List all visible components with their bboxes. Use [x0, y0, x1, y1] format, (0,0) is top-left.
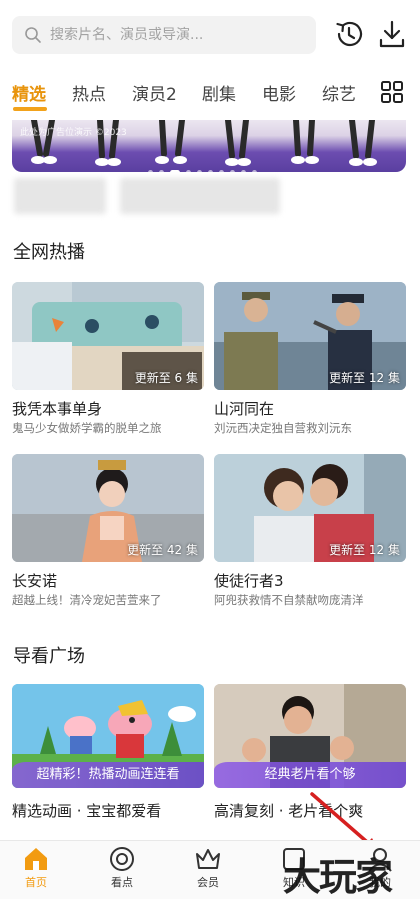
history-icon[interactable] — [334, 18, 364, 50]
carousel-dot[interactable] — [170, 170, 180, 172]
crown-icon — [196, 849, 220, 869]
nav-highlights[interactable]: 看点 — [92, 846, 152, 890]
card-title[interactable]: 长安诺 — [12, 570, 57, 591]
card-subtitle: 阿兜获救情不自禁献吻庞清洋 — [214, 593, 364, 607]
card-subtitle: 刘沅西决定独自营救刘沅东 — [214, 421, 352, 435]
tab-series[interactable]: 剧集 — [202, 80, 236, 105]
nav-label: 首页 — [25, 876, 47, 889]
banner-caption: 此处为广告位演示 ©2023 — [20, 128, 127, 138]
section-title-guide: 导看广场 — [13, 646, 85, 667]
episode-badge: 更新至 12 集 — [329, 543, 400, 557]
nav-home[interactable]: 首页 — [6, 846, 66, 890]
download-icon[interactable] — [377, 18, 407, 50]
tab-featured[interactable]: 精选 — [12, 80, 46, 105]
blurred-content — [14, 178, 106, 214]
section-title-hot: 全网热播 — [13, 242, 85, 263]
search-bar[interactable] — [12, 16, 316, 54]
carousel-dot[interactable] — [252, 170, 257, 172]
carousel-dot[interactable] — [159, 170, 164, 172]
carousel-dot[interactable] — [208, 170, 213, 172]
guide-ribbon: 经典老片看个够 — [214, 762, 406, 788]
nav-label: 会员 — [197, 876, 219, 889]
card-subtitle: 鬼马少女做娇学霸的脱单之旅 — [12, 421, 162, 435]
search-input[interactable] — [50, 16, 305, 54]
video-thumbnail[interactable]: 更新至 6 集 — [12, 282, 204, 390]
episode-badge: 更新至 6 集 — [134, 371, 198, 385]
card-subtitle: 超越上线！清冷宠妃苦萱来了 — [12, 593, 162, 607]
card-title[interactable]: 山河同在 — [214, 398, 274, 419]
carousel-dot[interactable] — [186, 170, 191, 172]
category-grid-icon[interactable] — [380, 80, 404, 104]
nav-vip[interactable]: 会员 — [178, 846, 238, 890]
home-icon — [25, 848, 47, 870]
tab-hot[interactable]: 热点 — [72, 80, 106, 105]
video-thumbnail[interactable]: 更新至 12 集 — [214, 454, 406, 562]
carousel-dot[interactable] — [197, 170, 202, 172]
nav-label: 看点 — [111, 876, 133, 889]
carousel-dots — [148, 160, 263, 172]
tab-movies[interactable]: 电影 — [262, 80, 296, 105]
tab-actors[interactable]: 演员2 — [132, 80, 177, 105]
video-thumbnail[interactable]: 更新至 42 集 — [12, 454, 204, 562]
tab-variety[interactable]: 综艺 — [322, 80, 356, 105]
guide-thumbnail[interactable]: 经典老片看个够 — [214, 684, 406, 788]
guide-thumbnail[interactable]: 超精彩！热播动画连连看 — [12, 684, 204, 788]
highlights-icon — [110, 847, 134, 871]
search-icon — [25, 27, 41, 43]
carousel-dot[interactable] — [230, 170, 235, 172]
carousel-dot[interactable] — [219, 170, 224, 172]
episode-badge: 更新至 42 集 — [127, 543, 198, 557]
video-thumbnail[interactable]: 更新至 12 集 — [214, 282, 406, 390]
episode-badge: 更新至 12 集 — [329, 371, 400, 385]
guide-title[interactable]: 精选动画 · 宝宝都爱看 — [12, 800, 161, 821]
card-title[interactable]: 使徒行者3 — [214, 570, 284, 591]
card-title[interactable]: 我凭本事单身 — [12, 398, 102, 419]
carousel-dot[interactable] — [241, 170, 246, 172]
watermark-logo: 大玩家 — [283, 855, 393, 899]
active-tab-indicator — [13, 107, 47, 111]
blurred-content — [120, 178, 280, 214]
carousel-dot[interactable] — [148, 170, 153, 172]
guide-ribbon: 超精彩！热播动画连连看 — [12, 762, 204, 788]
